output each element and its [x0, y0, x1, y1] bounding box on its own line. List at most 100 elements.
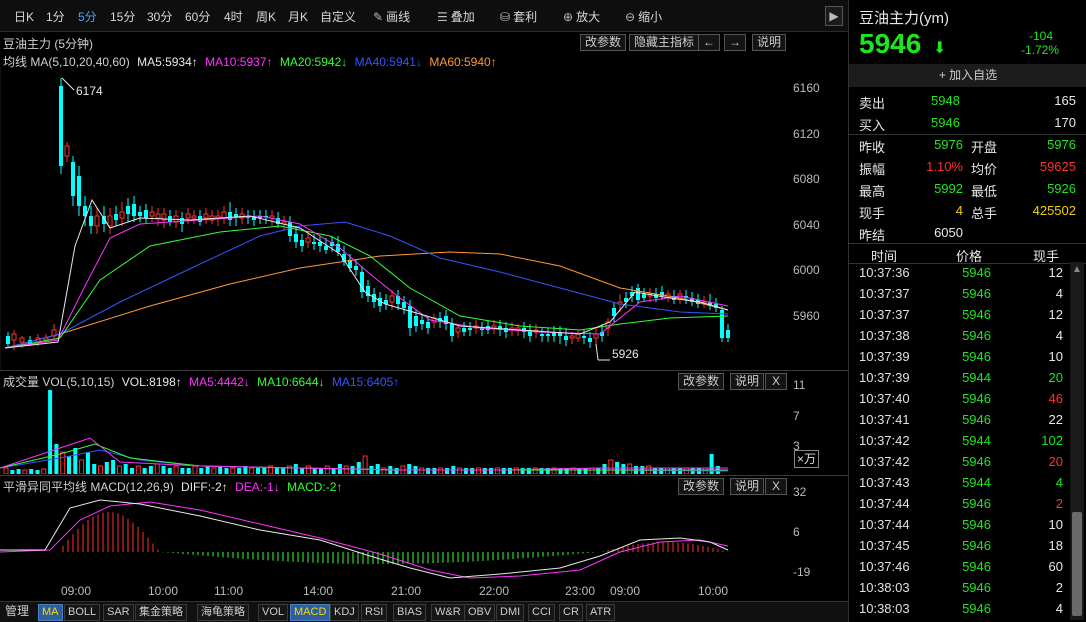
- macd-legend: 平滑异同平均线 MACD(12,26,9) DIFF:-2↑ DEA:-1↓ M…: [3, 478, 346, 495]
- moneybag-icon: ⛁: [500, 10, 511, 24]
- trade-volume: 4: [1055, 475, 1063, 490]
- volume-bar: [79, 459, 85, 474]
- indicator-atr[interactable]: ATR: [586, 604, 616, 621]
- trade-row: 10:37:44 5946 2: [849, 496, 1071, 517]
- volume-axis-tick: 11: [793, 378, 806, 392]
- trade-volume: 4: [1055, 286, 1063, 301]
- buy-price: 5946: [931, 115, 960, 130]
- timeframe-month[interactable]: 月K: [288, 8, 308, 25]
- indicator-cci[interactable]: CCI: [528, 604, 555, 621]
- scroll-left-button[interactable]: ←: [698, 34, 720, 51]
- volume-bar: [520, 468, 525, 474]
- trades-scrollbar-thumb[interactable]: [1072, 512, 1082, 616]
- trade-volume: 4: [1055, 601, 1063, 616]
- diff-line: [0, 499, 729, 579]
- macd-value: MACD:-2↑: [287, 480, 343, 494]
- scroll-up-icon[interactable]: ▲: [1071, 264, 1083, 276]
- price-chart[interactable]: 6174 5926: [0, 66, 790, 370]
- arbitrage-tool[interactable]: ⛁ 套利: [500, 8, 537, 25]
- volume-chart[interactable]: [0, 388, 790, 474]
- candle-body: [107, 215, 113, 227]
- candle-body: [228, 212, 232, 220]
- indicator-obv[interactable]: OBV: [464, 604, 496, 621]
- timeframe-1min[interactable]: 1分: [46, 8, 65, 25]
- candle-body: [132, 204, 136, 216]
- indicator-turtle[interactable]: 海龟策略: [197, 604, 249, 621]
- toolbar-expand-button[interactable]: ▶: [825, 6, 843, 26]
- trade-volume: 46: [1048, 391, 1063, 406]
- timeframe-custom[interactable]: 自定义: [320, 8, 356, 25]
- indicator-bias[interactable]: BIAS: [393, 604, 427, 621]
- volume-title: 成交量 VOL(5,10,15): [3, 375, 115, 389]
- indicator-cr[interactable]: CR: [559, 604, 583, 621]
- overlay-tool[interactable]: ☰ 叠加: [437, 8, 475, 25]
- timeframe-week[interactable]: 周K: [256, 8, 276, 25]
- candle-body: [389, 295, 395, 303]
- volume-bar: [589, 467, 595, 474]
- candle-body: [114, 214, 118, 220]
- indicator-jijin[interactable]: 集金策略: [135, 604, 187, 621]
- volume-bar: [41, 468, 47, 474]
- timeframe-60min[interactable]: 60分: [185, 8, 210, 25]
- volume-bar: [602, 464, 607, 474]
- trade-row: 10:37:38 5946 4: [849, 328, 1071, 349]
- trade-row: 10:37:36 5946 12: [849, 265, 1071, 286]
- candle-body: [77, 176, 81, 206]
- indicator-ma[interactable]: MA: [38, 604, 63, 621]
- trade-time: 10:37:42: [859, 433, 910, 448]
- volume-bar: [659, 468, 664, 474]
- macd-params-button[interactable]: 改参数: [678, 478, 725, 495]
- time-axis-tick: 22:00: [479, 584, 510, 598]
- macd-help-button[interactable]: 说明: [730, 478, 765, 495]
- trade-volume: 60: [1048, 559, 1063, 574]
- stat-value: 5976: [1047, 137, 1076, 152]
- timeframe-15min[interactable]: 15分: [110, 8, 135, 25]
- trade-time: 10:37:41: [859, 412, 910, 427]
- volume-bar: [356, 462, 361, 474]
- scroll-right-button[interactable]: →: [724, 34, 746, 51]
- add-watchlist-button[interactable]: + 加入自选: [849, 64, 1086, 87]
- macd-chart[interactable]: [0, 494, 790, 582]
- indicator-macd[interactable]: MACD: [290, 604, 331, 621]
- indicator-wr[interactable]: W&R: [431, 604, 465, 621]
- timeframe-4h[interactable]: 4时: [224, 8, 243, 25]
- volume-bar: [35, 470, 40, 474]
- volume-bar: [199, 468, 204, 474]
- stat-label: 最高: [859, 184, 886, 199]
- volume-bar: [16, 469, 21, 474]
- timeframe-30min[interactable]: 30分: [147, 8, 172, 25]
- price-axis-tick: 6120: [793, 127, 820, 141]
- volume-bar: [350, 466, 355, 474]
- indicator-rsi[interactable]: RSI: [361, 604, 388, 621]
- zoom-in-tool[interactable]: ⊕ 放大: [563, 8, 600, 25]
- timeframe-5min[interactable]: 5分: [78, 8, 97, 25]
- timeframe-day[interactable]: 日K: [14, 8, 34, 25]
- macd-close-button[interactable]: X: [765, 478, 787, 495]
- trade-time: 10:37:43: [859, 475, 910, 490]
- volume-bar: [426, 468, 431, 474]
- indicator-vol[interactable]: VOL: [258, 604, 289, 621]
- vol-value: VOL:8198↑: [121, 375, 182, 389]
- vol-ma5-value: MA5:4442↓: [189, 375, 250, 389]
- volume-bar: [186, 468, 191, 474]
- hide-indicator-button[interactable]: 隐藏主指标: [629, 34, 700, 51]
- indicator-boll[interactable]: BOLL: [64, 604, 101, 621]
- zoom-out-tool[interactable]: ⊖ 缩小: [625, 8, 662, 25]
- trade-time: 10:38:03: [859, 580, 910, 595]
- indicator-kdj[interactable]: KDJ: [330, 604, 359, 621]
- main-help-button[interactable]: 说明: [752, 34, 787, 51]
- volume-bar: [652, 468, 657, 474]
- indicator-dmi[interactable]: DMI: [496, 604, 525, 621]
- buy-volume: 170: [1054, 115, 1076, 130]
- candle-body: [203, 213, 209, 219]
- trade-price: 5946: [962, 601, 991, 616]
- indicator-manage-button[interactable]: 管理: [2, 604, 32, 621]
- main-params-button[interactable]: 改参数: [580, 34, 627, 51]
- volume-bar: [362, 455, 368, 474]
- volume-bar: [135, 465, 141, 474]
- volume-bar: [621, 464, 626, 474]
- draw-line-tool[interactable]: ✎ 画线: [373, 8, 410, 25]
- volume-bar: [73, 448, 78, 474]
- trade-price: 5946: [962, 307, 991, 322]
- indicator-sar[interactable]: SAR: [103, 604, 134, 621]
